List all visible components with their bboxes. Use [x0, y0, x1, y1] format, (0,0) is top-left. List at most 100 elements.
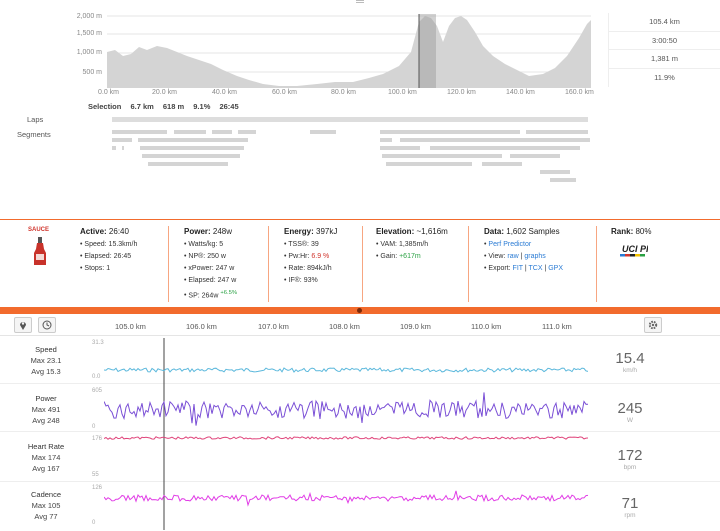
splitter-handle-icon[interactable]: [357, 308, 362, 313]
settings-button[interactable]: [644, 317, 662, 333]
cadence-current: 71 rpm: [621, 495, 639, 519]
energy-column: Energy: 397kJ TSS®: 39 Pw:Hr: 6.9 % Rate…: [284, 226, 337, 287]
power-item-sp: SP: 264w +6.5%: [184, 287, 237, 302]
cadence-label: Cadence Max 105 Avg 77: [30, 490, 62, 521]
data-item-perf: Perf Predictor: [484, 239, 563, 251]
map-pin-button[interactable]: [14, 317, 32, 333]
energy-value: 397: [316, 227, 330, 236]
power-axis-min: 0: [92, 424, 96, 430]
clock-icon: [42, 320, 52, 330]
segments-track[interactable]: [110, 128, 590, 188]
power-item-wkg: Watts/kg: 5: [184, 239, 237, 251]
elev-y-tick: 500 m: [82, 69, 102, 76]
power-axis-max: 605: [92, 388, 103, 394]
speed-axis-max: 31.3: [92, 340, 104, 346]
export-tcx-link[interactable]: TCX: [529, 265, 543, 272]
elev-x-tick: 60.0 km: [272, 89, 297, 96]
selection-highlight: [419, 14, 436, 88]
selection-summary: Selection 6.7 km 618 m 9.1% 26:45: [88, 102, 246, 111]
elev-x-tick: 20.0 km: [152, 89, 177, 96]
elevation-profile-chart[interactable]: [107, 12, 591, 88]
power-column: Power: 248w Watts/kg: 5 NP®: 250 w xPowe…: [184, 226, 237, 302]
heart-rate-label: Heart Rate Max 174 Avg 167: [27, 442, 65, 473]
selection-label: Selection: [88, 102, 122, 111]
stream-x-tick: 107.0 km: [258, 322, 289, 331]
view-graphs-link[interactable]: graphs: [524, 253, 545, 260]
elevation-title: Elevation:: [376, 227, 415, 236]
stream-x-tick: 105.0 km: [115, 322, 146, 331]
view-raw-link[interactable]: raw: [507, 253, 518, 260]
power-item-elapsed: Elapsed: 247 w: [184, 275, 237, 287]
power-current: 245 W: [617, 400, 643, 424]
active-value: 26:40: [108, 227, 129, 236]
stream-line-heart-rate: [104, 436, 588, 440]
summary-grade: 11.9%: [654, 72, 675, 82]
column-divider: [268, 226, 269, 302]
stream-x-tick: 106.0 km: [186, 322, 217, 331]
resize-grip[interactable]: [356, 0, 364, 3]
data-item-view: View: raw | graphs: [484, 251, 563, 263]
export-gpx-link[interactable]: GPX: [548, 265, 563, 272]
stream-line-speed: [104, 367, 588, 373]
energy-item-tss: TSS®: 39: [284, 239, 337, 251]
speed-label: Speed Max 23.1 Avg 15.3: [30, 345, 62, 376]
elev-x-tick: 160.0 km: [565, 89, 594, 96]
elev-x-tick: 0.0 km: [98, 89, 120, 96]
energy-item-if: IF®: 93%: [284, 275, 337, 287]
elev-y-tick: 1,000 m: [76, 49, 102, 56]
stream-x-tick: 108.0 km: [329, 322, 360, 331]
export-label: Export:: [488, 265, 511, 272]
elev-x-tick: 120.0 km: [447, 89, 476, 96]
lap-bar[interactable]: [112, 117, 588, 122]
segments-label: Segments: [17, 130, 51, 139]
active-item-elapsed: Elapsed: 26:45: [80, 251, 137, 263]
data-column: Data: 1,602 Samples Perf Predictor View:…: [484, 226, 563, 275]
energy-item-rate: Rate: 894kJ/h: [284, 263, 337, 275]
elev-x-tick: 40.0 km: [212, 89, 237, 96]
summary-distance: 105.4 km: [609, 13, 720, 32]
stream-x-tick: 109.0 km: [400, 322, 431, 331]
selection-distance: 6.7 km: [130, 102, 154, 111]
stream-x-tick: 110.0 km: [471, 322, 502, 331]
sp-percent-badge: +6.5%: [220, 290, 238, 296]
energy-title: Energy:: [284, 227, 314, 236]
speed-current: 15.4 km/h: [615, 350, 645, 374]
power-label: Power Max 491 Avg 248: [31, 394, 61, 425]
active-title: Active:: [80, 227, 107, 236]
active-column: Active: 26:40 Speed: 15.3km/h Elapsed: 2…: [80, 226, 137, 275]
rank-column: Rank: 80%: [611, 226, 651, 239]
column-divider: [168, 226, 169, 302]
data-title: Data:: [484, 227, 505, 236]
heart-rate-current: 172 bpm: [617, 447, 643, 471]
active-item-stops: Stops: 1: [80, 263, 137, 275]
power-title: Power:: [184, 227, 211, 236]
export-fit-link[interactable]: FIT: [513, 265, 523, 272]
stream-charts[interactable]: [104, 338, 588, 530]
sauce-logo-text: SAUCE: [28, 227, 50, 233]
column-divider: [468, 226, 469, 302]
data-item-export: Export: FIT | TCX | GPX: [484, 263, 563, 275]
ride-summary: 105.4 km 3:00:50 1,381 m 11.9%: [608, 13, 720, 87]
data-value: 1,602 Samples: [506, 227, 560, 236]
energy-item-pwhr: Pw:Hr: 6.9 %: [284, 251, 337, 263]
uci-pro-badge-icon[interactable]: UCI PRO: [618, 242, 648, 260]
cadence-axis-min: 0: [92, 520, 96, 526]
speed-axis-min: 0.0: [92, 374, 101, 380]
elevation-unit: m: [441, 227, 448, 236]
elevation-area: [107, 16, 591, 88]
sauce-bottle-icon: [34, 237, 46, 265]
stream-line-cadence: [104, 490, 588, 507]
rank-title: Rank:: [611, 227, 634, 236]
elevation-column: Elevation: ~1,616m VAM: 1,385m/h Gain: +…: [376, 226, 448, 263]
perf-predictor-link[interactable]: Perf Predictor: [488, 241, 531, 248]
selection-gain: 618 m: [162, 102, 185, 111]
view-label: View:: [488, 253, 506, 260]
hr-axis-max: 176: [92, 436, 103, 442]
column-divider: [596, 226, 597, 302]
summary-elevation: 1,381 m: [609, 50, 720, 69]
clock-button[interactable]: [38, 317, 56, 333]
power-value: 248: [212, 227, 227, 236]
laps-label: Laps: [27, 115, 44, 124]
selection-grade: 9.1%: [193, 102, 211, 111]
elev-y-tick: 2,000 m: [76, 13, 102, 20]
